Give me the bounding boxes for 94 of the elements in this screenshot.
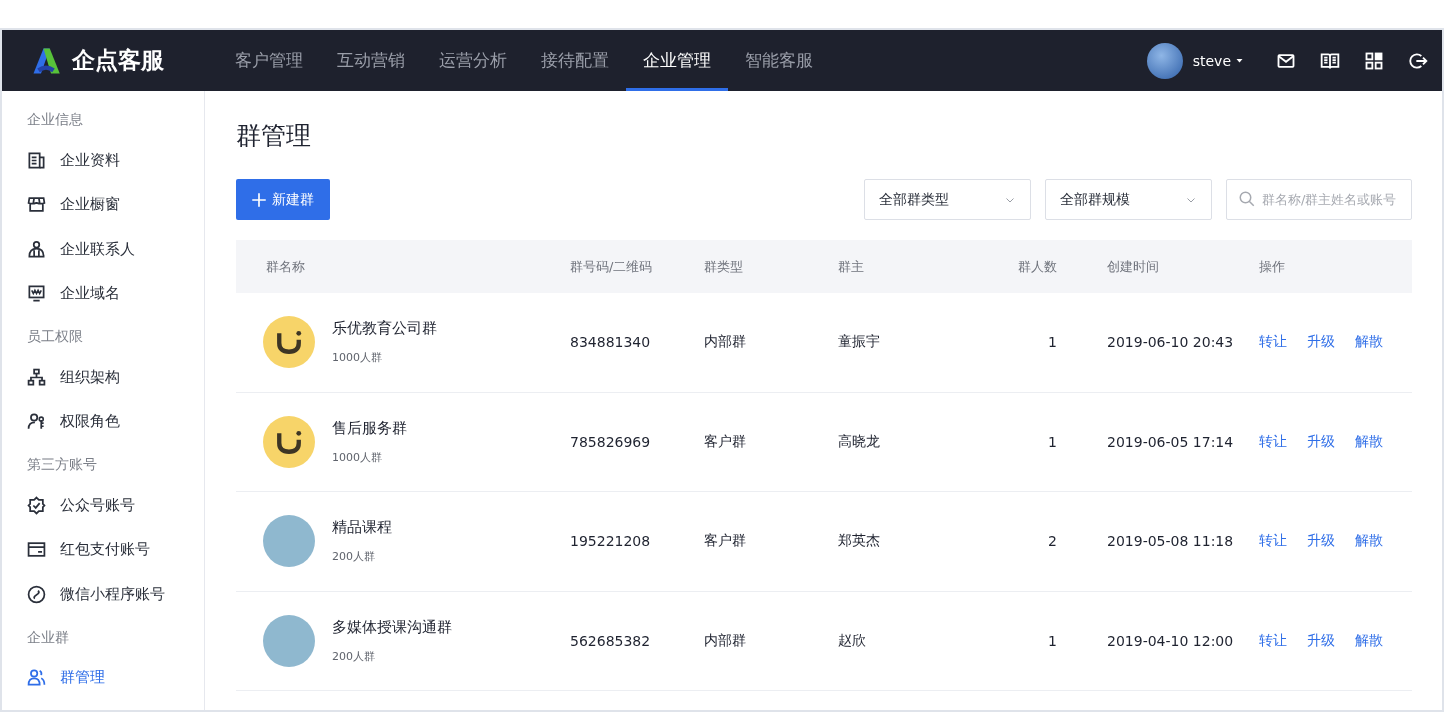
column-header: 群人数 xyxy=(1017,257,1057,276)
sidebar-item[interactable]: 企业资料 xyxy=(27,138,204,183)
created-time: 2019-06-10 20:43 xyxy=(1106,334,1235,351)
section-title: 企业群 xyxy=(27,628,70,647)
sidebar-item[interactable]: 权限角色 xyxy=(27,399,204,444)
action-link[interactable]: 解散 xyxy=(1355,432,1383,451)
photo-placeholder xyxy=(263,515,315,568)
column-header: 群主 xyxy=(838,257,865,276)
group-size: 200人群 xyxy=(332,549,376,565)
plus-icon xyxy=(250,190,268,209)
member-count: 1 xyxy=(1047,433,1057,450)
created-time: 2019-04-10 12:00 xyxy=(1106,632,1235,649)
page-title: 群管理 xyxy=(236,120,312,152)
sidebar-item[interactable]: 企业域名 xyxy=(27,271,204,316)
user-avatar[interactable] xyxy=(1146,42,1183,79)
sidebar-item[interactable]: 微信小程序账号 xyxy=(27,572,204,617)
sidebar-item[interactable]: 企业联系人 xyxy=(27,227,204,272)
group-name: 精品课程 xyxy=(332,518,392,538)
column-header: 群名称 xyxy=(266,257,306,276)
group-type: 内部群 xyxy=(704,333,747,352)
group-logo-icon xyxy=(263,316,315,369)
monitor-icon xyxy=(27,284,46,304)
action-link[interactable]: 升级 xyxy=(1307,432,1335,451)
created-time: 2019-05-08 11:18 xyxy=(1106,533,1235,550)
photo-placeholder xyxy=(263,614,315,667)
nav-tab[interactable]: 运营分析 xyxy=(422,30,524,91)
action-link[interactable]: 解散 xyxy=(1355,631,1383,650)
action-link[interactable]: 解散 xyxy=(1355,532,1383,551)
group-number: 562685382 xyxy=(570,632,652,649)
column-header: 操作 xyxy=(1259,257,1286,276)
action-link[interactable]: 解散 xyxy=(1355,333,1383,352)
sidebar-item[interactable]: 企业橱窗 xyxy=(27,182,204,227)
group-logo-icon xyxy=(263,415,315,468)
users-icon xyxy=(27,668,46,688)
sidebar-item[interactable]: 红包支付账号 xyxy=(27,527,204,572)
group-name: 多媒体授课沟通群 xyxy=(332,617,452,637)
section-title: 第三方账号 xyxy=(27,456,98,474)
member-count: 2 xyxy=(1047,533,1057,550)
caret-icon xyxy=(1235,56,1244,65)
group-type: 内部群 xyxy=(704,631,747,650)
action-link[interactable]: 升级 xyxy=(1307,631,1335,650)
group-number: 195221208 xyxy=(570,533,652,550)
group-name: 乐优教育公司群 xyxy=(332,319,437,339)
group-name: 售后服务群 xyxy=(332,418,407,438)
contact-icon xyxy=(27,239,46,259)
section-title: 员工权限 xyxy=(27,328,84,346)
group-number: 785826969 xyxy=(570,433,652,450)
action-link[interactable]: 升级 xyxy=(1307,333,1335,352)
created-time: 2019-06-05 17:14 xyxy=(1106,433,1235,450)
column-header: 群类型 xyxy=(704,257,744,276)
group-type: 客户群 xyxy=(704,432,747,451)
sidebar-item[interactable]: 公众号账号 xyxy=(27,483,204,528)
action-link[interactable]: 转让 xyxy=(1259,631,1287,650)
new-group-button[interactable]: 新建群 xyxy=(236,179,330,220)
hierarchy-icon xyxy=(27,367,46,387)
action-link[interactable]: 升级 xyxy=(1307,532,1335,551)
action-link[interactable]: 转让 xyxy=(1259,333,1287,352)
wallet-icon xyxy=(27,540,46,560)
group-number: 834881340 xyxy=(570,334,652,351)
nav-tab[interactable]: 接待配置 xyxy=(524,30,626,91)
grid-icon[interactable] xyxy=(1364,50,1384,71)
column-header: 群号码/二维码 xyxy=(570,257,654,276)
search-field[interactable]: 群名称/群主姓名或账号 xyxy=(1226,179,1412,220)
logout-icon[interactable] xyxy=(1408,50,1428,71)
action-link[interactable]: 转让 xyxy=(1259,532,1287,551)
nav-tab[interactable]: 客户管理 xyxy=(218,30,320,91)
group-size: 1000人群 xyxy=(332,350,383,366)
group-owner: 高晓龙 xyxy=(838,432,881,451)
nav-tab[interactable]: 互动营销 xyxy=(320,30,422,91)
nav-tab[interactable]: 企业管理 xyxy=(626,30,728,91)
group-size: 1000人群 xyxy=(332,449,383,465)
group-owner: 郑英杰 xyxy=(838,532,881,551)
group-size: 200人群 xyxy=(332,648,376,664)
document-icon xyxy=(27,150,46,170)
link-circle-icon xyxy=(27,584,46,604)
store-icon xyxy=(27,195,46,215)
member-count: 1 xyxy=(1047,334,1057,351)
sidebar-item[interactable]: 群管理 xyxy=(27,655,204,700)
group-type: 客户群 xyxy=(704,532,747,551)
badge-check-icon xyxy=(27,495,46,515)
group-owner: 童振宇 xyxy=(838,333,881,352)
logo-text: 企点客服 xyxy=(72,46,164,75)
member-count: 1 xyxy=(1047,632,1057,649)
section-title: 企业信息 xyxy=(27,111,84,129)
book-icon[interactable] xyxy=(1320,50,1340,71)
group-owner: 赵欣 xyxy=(838,631,867,650)
filter-dropdown[interactable]: 全部群规模 xyxy=(1045,179,1212,220)
filter-dropdown[interactable]: 全部群类型 xyxy=(864,179,1031,220)
column-header: 创建时间 xyxy=(1106,257,1160,276)
nav-tab[interactable]: 智能客服 xyxy=(728,30,830,91)
sidebar-item[interactable]: 组织架构 xyxy=(27,355,204,400)
user-key-icon xyxy=(27,412,46,432)
user-menu[interactable]: steve xyxy=(1192,52,1244,69)
action-link[interactable]: 转让 xyxy=(1259,432,1287,451)
